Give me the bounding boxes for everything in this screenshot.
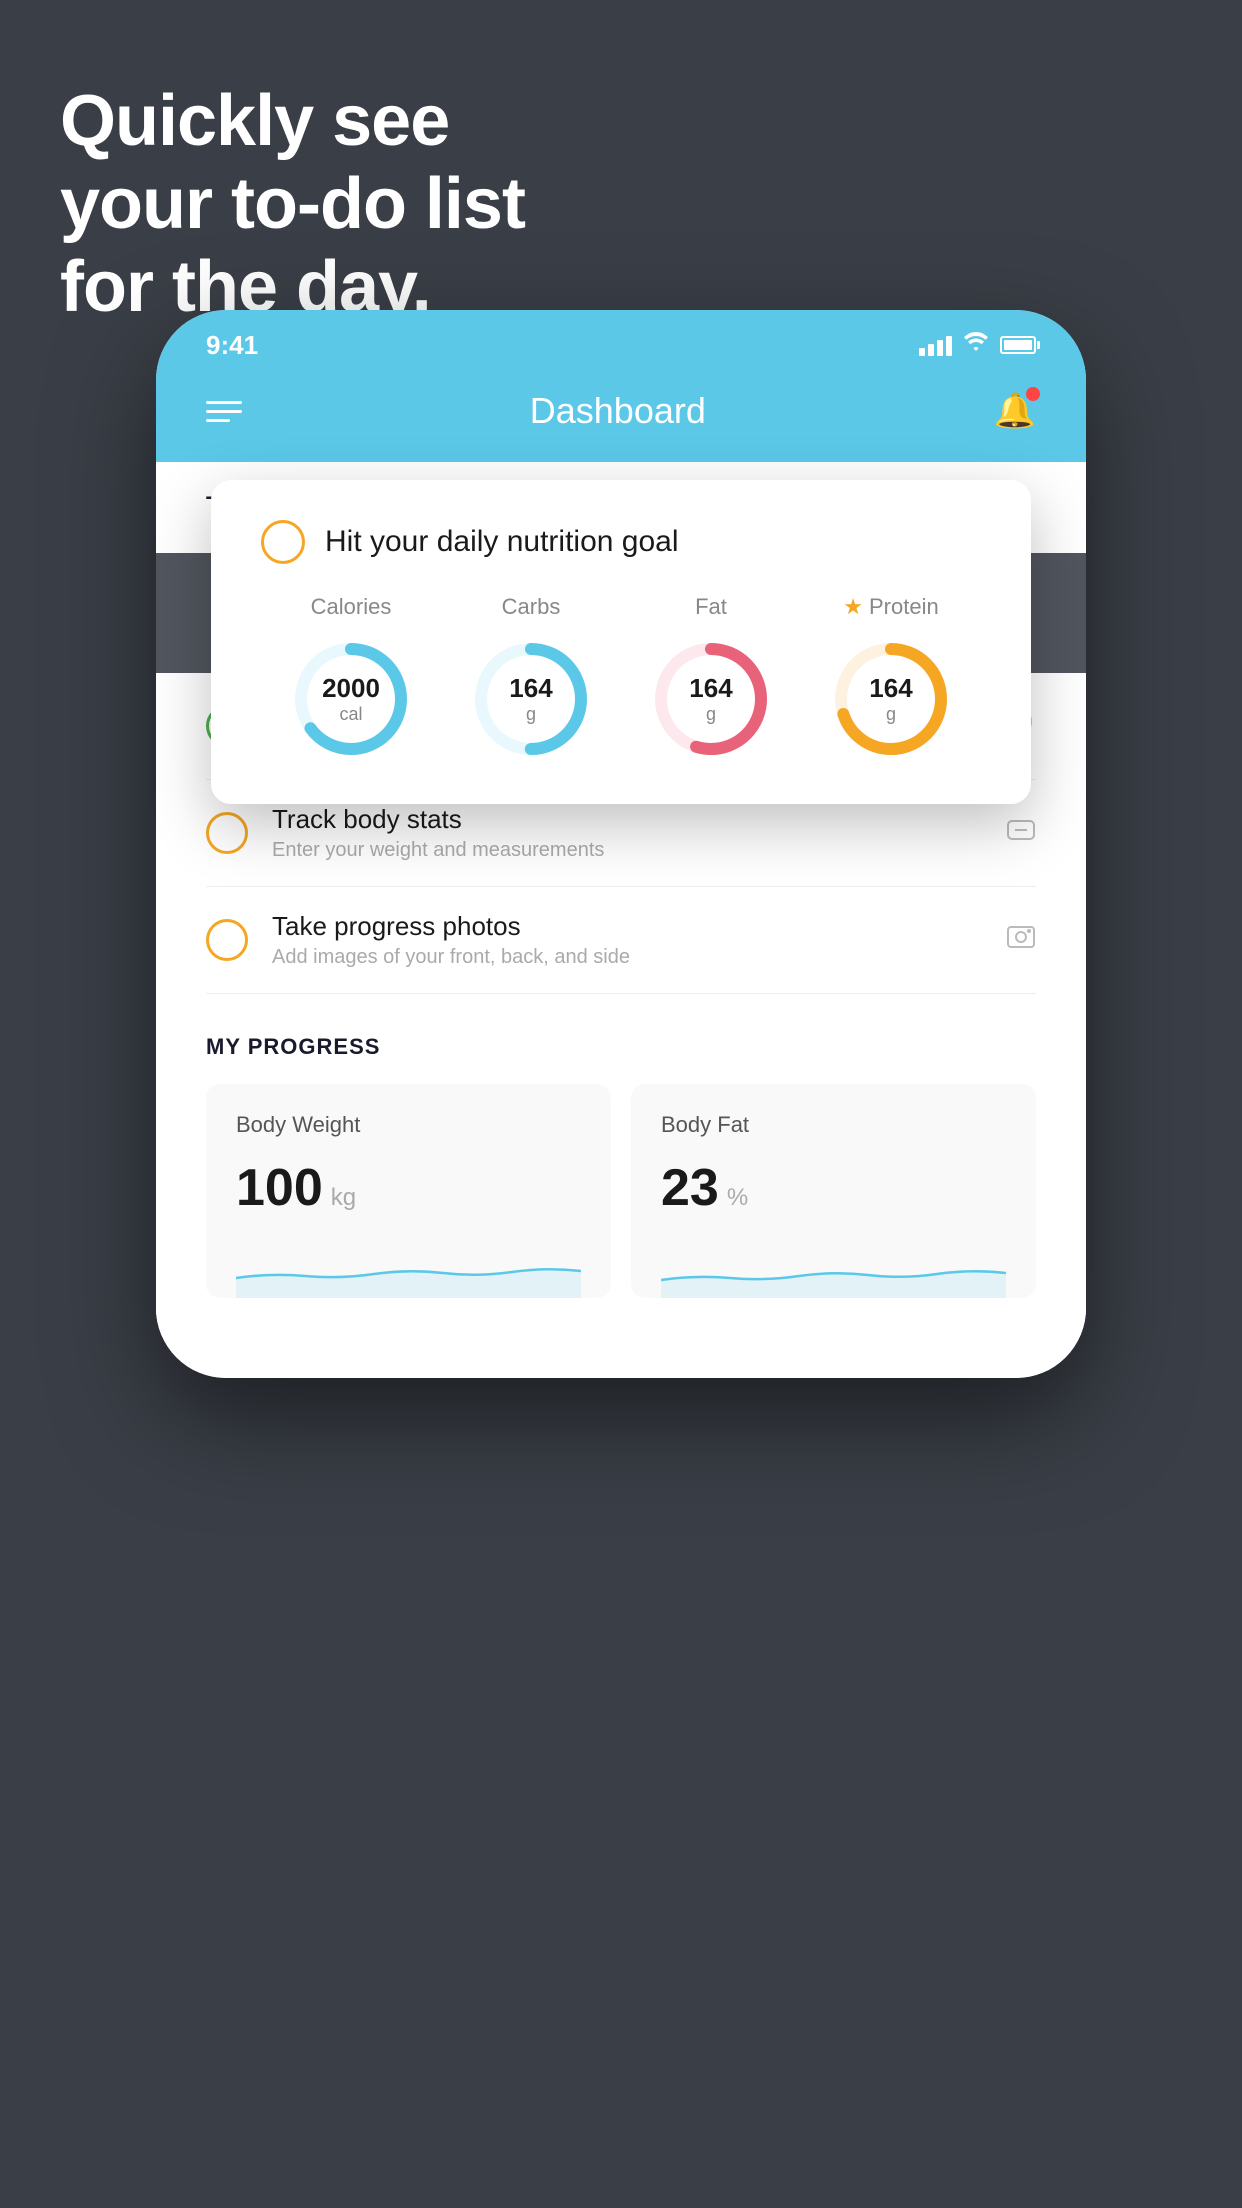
protein-donut: 164 g [826, 634, 956, 764]
calories-value: 2000 [322, 673, 380, 704]
calories-donut: 2000 cal [286, 634, 416, 764]
nutrition-protein: ★ Protein 164 g [826, 594, 956, 764]
carbs-donut: 164 g [466, 634, 596, 764]
protein-value: 164 [869, 673, 912, 704]
carbs-label: Carbs [502, 594, 561, 620]
star-icon: ★ [843, 594, 863, 620]
body-fat-card[interactable]: Body Fat 23 % [631, 1084, 1036, 1298]
status-time: 9:41 [206, 330, 258, 361]
nutrition-card-title: Hit your daily nutrition goal [325, 525, 679, 559]
scale-icon [1006, 815, 1036, 852]
status-bar: 9:41 [156, 310, 1086, 370]
fat-unit: g [706, 704, 716, 725]
progress-section: MY PROGRESS Body Weight 100 kg [156, 994, 1086, 1338]
menu-button[interactable] [206, 401, 242, 422]
body-fat-label: Body Fat [661, 1112, 1006, 1138]
nutrition-check-circle[interactable] [261, 520, 305, 564]
fat-value: 164 [689, 673, 732, 704]
todo-subtitle-photos: Add images of your front, back, and side [272, 946, 982, 969]
fat-label: Fat [695, 594, 727, 620]
body-fat-unit: % [727, 1184, 748, 1212]
body-weight-number: 100 [236, 1158, 323, 1218]
todo-circle-bodystats [206, 812, 248, 854]
nav-bar: Dashboard 🔔 [156, 370, 1086, 462]
calories-unit: cal [339, 704, 362, 725]
fat-donut: 164 g [646, 634, 776, 764]
todo-text-photos: Take progress photos Add images of your … [272, 911, 982, 969]
protein-label: ★ Protein [843, 594, 938, 620]
notification-badge [1026, 387, 1040, 401]
hero-text: Quickly see your to-do list for the day. [60, 80, 525, 328]
body-weight-unit: kg [331, 1184, 356, 1212]
nutrition-card-header: Hit your daily nutrition goal [261, 520, 981, 564]
nutrition-calories: Calories 2000 cal [286, 594, 416, 764]
status-icons [919, 332, 1036, 358]
nutrition-carbs: Carbs 164 g [466, 594, 596, 764]
body-fat-value-row: 23 % [661, 1158, 1006, 1218]
notification-button[interactable]: 🔔 [994, 391, 1036, 431]
carbs-value: 164 [509, 673, 552, 704]
todo-title-photos: Take progress photos [272, 911, 982, 942]
nav-title: Dashboard [530, 390, 706, 432]
todo-text-bodystats: Track body stats Enter your weight and m… [272, 804, 982, 862]
progress-cards: Body Weight 100 kg Bo [206, 1084, 1036, 1298]
body-fat-number: 23 [661, 1158, 719, 1218]
todo-item-photos[interactable]: Take progress photos Add images of your … [206, 887, 1036, 994]
wifi-icon [964, 332, 988, 358]
battery-icon [1000, 336, 1036, 354]
progress-header: MY PROGRESS [206, 1034, 1036, 1060]
todo-circle-photos [206, 919, 248, 961]
signal-icon [919, 334, 952, 356]
body-fat-chart [661, 1238, 1006, 1298]
photo-icon [1006, 922, 1036, 959]
body-weight-label: Body Weight [236, 1112, 581, 1138]
body-weight-chart [236, 1238, 581, 1298]
calories-label: Calories [311, 594, 392, 620]
nutrition-grid: Calories 2000 cal Carbs [261, 594, 981, 764]
protein-unit: g [886, 704, 896, 725]
body-weight-value-row: 100 kg [236, 1158, 581, 1218]
todo-subtitle-bodystats: Enter your weight and measurements [272, 839, 982, 862]
carbs-unit: g [526, 704, 536, 725]
body-weight-card[interactable]: Body Weight 100 kg [206, 1084, 611, 1298]
nutrition-card: Hit your daily nutrition goal Calories 2… [211, 480, 1031, 804]
todo-title-bodystats: Track body stats [272, 804, 982, 835]
nutrition-fat: Fat 164 g [646, 594, 776, 764]
phone-mockup: 9:41 [156, 310, 1086, 1378]
